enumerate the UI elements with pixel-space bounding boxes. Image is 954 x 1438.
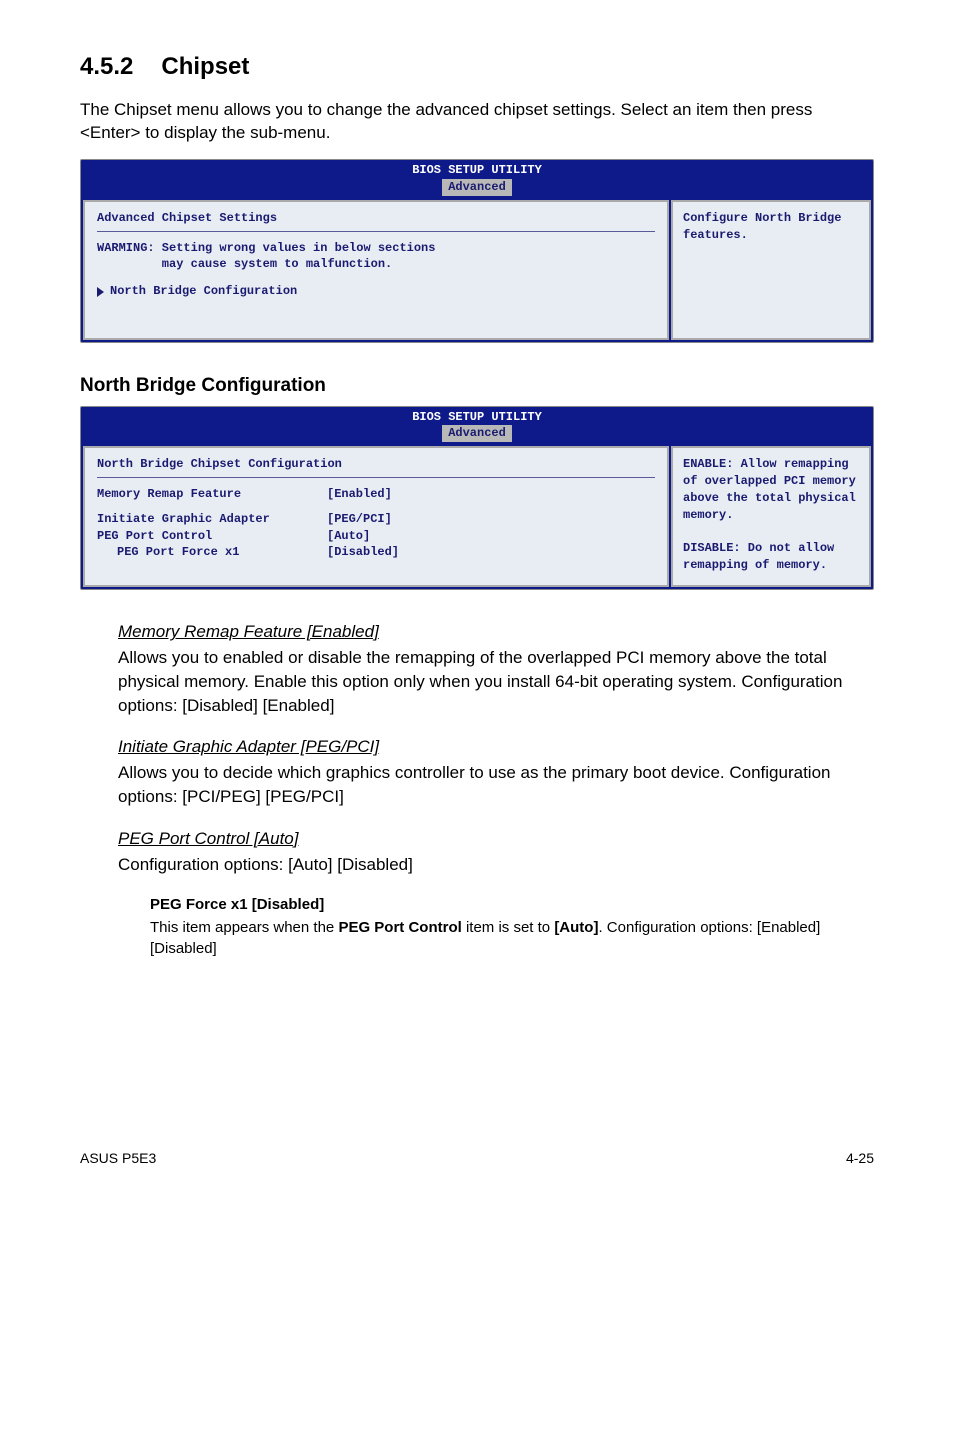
bios-curve-decoration — [80, 596, 874, 620]
section-title: Chipset — [161, 50, 249, 84]
bios-option-row-indent: PEG Port Force x1 [Disabled] — [97, 544, 655, 561]
bios-curve-decoration — [80, 349, 874, 373]
bios-header-title: BIOS SETUP UTILITY — [412, 410, 542, 424]
bios-header-title: BIOS SETUP UTILITY — [412, 163, 542, 177]
bios-tab-strip: Advanced — [81, 425, 873, 442]
bios-right-pane: Configure North Bridge features. — [671, 200, 871, 340]
bios-warning-line1: WARMING: Setting wrong values in below s… — [97, 240, 655, 257]
bios-screenshot-north-bridge: BIOS SETUP UTILITY Advanced North Bridge… — [80, 406, 874, 591]
config-body: Allows you to enabled or disable the rem… — [118, 646, 874, 717]
bios-help-text: ENABLE: Allow remapping of overlapped PC… — [683, 456, 859, 574]
bios-submenu-row: North Bridge Configuration — [97, 283, 655, 300]
intro-paragraph: The Chipset menu allows you to change th… — [80, 98, 874, 146]
section-heading: 4.5.2 Chipset — [80, 50, 874, 84]
section-number: 4.5.2 — [80, 50, 133, 84]
config-block-peg-port-control: PEG Port Control [Auto] Configuration op… — [118, 827, 874, 877]
bios-panes: North Bridge Chipset Configuration Memor… — [81, 444, 873, 589]
bios-option-row: Memory Remap Feature [Enabled] — [97, 486, 655, 503]
bios-help-text: Configure North Bridge features. — [683, 210, 859, 244]
bold-text: [Auto] — [554, 919, 598, 936]
text-fragment: item is set to — [462, 919, 555, 936]
bios-divider — [97, 231, 655, 232]
bios-header: BIOS SETUP UTILITY Advanced — [81, 407, 873, 445]
page-footer: ASUS P5E3 4-25 — [80, 1139, 874, 1169]
text-fragment: This item appears when the — [150, 919, 338, 936]
bios-left-pane: Advanced Chipset Settings WARMING: Setti… — [83, 200, 669, 340]
bios-option-label: PEG Port Force x1 — [117, 544, 327, 561]
footer-left: ASUS P5E3 — [80, 1149, 156, 1169]
bios-option-value: [Auto] — [327, 528, 370, 545]
bios-tab-strip: Advanced — [81, 179, 873, 196]
bios-warning-line2: may cause system to malfunction. — [97, 256, 655, 273]
bios-left-title: Advanced Chipset Settings — [97, 210, 655, 227]
config-subblock-peg-force-x1: PEG Force x1 [Disabled] This item appear… — [150, 894, 874, 959]
config-body: Allows you to decide which graphics cont… — [118, 761, 874, 809]
config-title: Initiate Graphic Adapter [PEG/PCI] — [118, 735, 874, 759]
config-block-initiate-graphic-adapter: Initiate Graphic Adapter [PEG/PCI] Allow… — [118, 735, 874, 808]
config-block-memory-remap: Memory Remap Feature [Enabled] Allows yo… — [118, 620, 874, 717]
config-body: Configuration options: [Auto] [Disabled] — [118, 853, 874, 877]
bios-option-label: PEG Port Control — [97, 528, 327, 545]
bios-submenu-label: North Bridge Configuration — [110, 283, 297, 300]
config-title: PEG Port Control [Auto] — [118, 827, 874, 851]
bios-right-pane: ENABLE: Allow remapping of overlapped PC… — [671, 446, 871, 587]
bios-option-row: Initiate Graphic Adapter [PEG/PCI] — [97, 511, 655, 528]
bios-left-title: North Bridge Chipset Configuration — [97, 456, 655, 473]
triangle-right-icon — [97, 287, 104, 297]
config-sub-body: This item appears when the PEG Port Cont… — [150, 917, 874, 959]
bios-tab-advanced: Advanced — [442, 425, 512, 442]
bios-option-value: [Enabled] — [327, 486, 392, 503]
bios-option-value: [Disabled] — [327, 544, 399, 561]
bios-panes: Advanced Chipset Settings WARMING: Setti… — [81, 198, 873, 342]
bios-option-row: PEG Port Control [Auto] — [97, 528, 655, 545]
bios-left-pane: North Bridge Chipset Configuration Memor… — [83, 446, 669, 587]
bios-option-label: Memory Remap Feature — [97, 486, 327, 503]
bold-text: PEG Port Control — [338, 919, 461, 936]
footer-right-page-number: 4-25 — [846, 1149, 874, 1169]
bios-header: BIOS SETUP UTILITY Advanced — [81, 160, 873, 198]
config-title: Memory Remap Feature [Enabled] — [118, 620, 874, 644]
bios-divider — [97, 477, 655, 478]
bios-option-value: [PEG/PCI] — [327, 511, 392, 528]
bios-option-label: Initiate Graphic Adapter — [97, 511, 327, 528]
subheading-north-bridge: North Bridge Configuration — [80, 373, 874, 400]
bios-screenshot-chipset: BIOS SETUP UTILITY Advanced Advanced Chi… — [80, 159, 874, 343]
config-sub-title: PEG Force x1 [Disabled] — [150, 894, 874, 915]
bios-tab-advanced: Advanced — [442, 179, 512, 196]
